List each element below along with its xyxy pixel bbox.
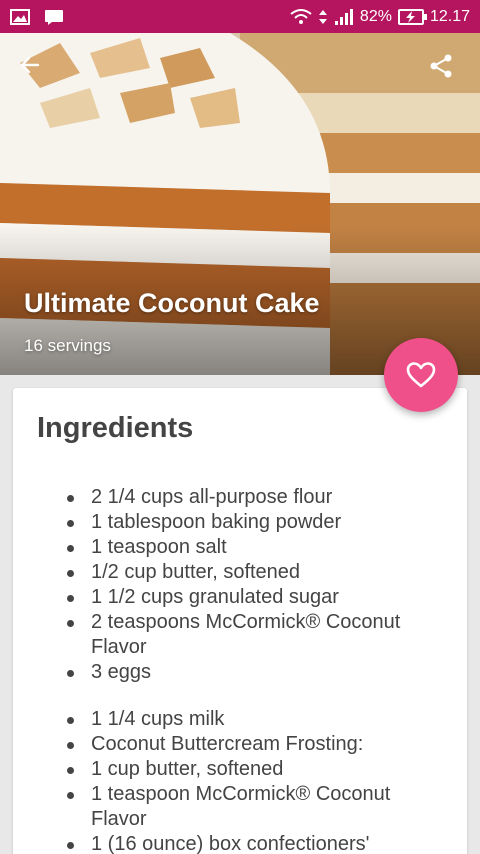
wifi-icon [290,8,312,24]
heart-outline-icon [406,362,436,388]
list-item: 1 (16 ounce) box confectioners' [37,832,443,854]
clock: 12.17 [429,7,470,25]
share-button[interactable] [428,53,464,89]
gallery-notification-icon [10,8,30,25]
recipe-title: Ultimate Coconut Cake [24,288,320,318]
status-bar: 82% 12.17 [0,0,480,33]
list-item: 3 eggs [37,660,443,685]
battery-charging-icon [397,8,427,25]
share-icon [430,54,452,78]
list-item: Coconut Buttercream Frosting: [37,732,443,757]
data-transfer-icon [318,9,327,24]
list-item: 1 1/2 cups granulated sugar [37,585,443,610]
list-item: 2 1/4 cups all-purpose flour [37,485,443,510]
list-item: 1 tablespoon baking powder [37,510,443,535]
ingredients-list: 2 1/4 cups all-purpose flour 1 tablespoo… [37,485,443,854]
list-item: 2 teaspoons McCormick® Coconut Flavor [37,610,443,660]
arrow-left-icon [20,56,40,74]
ingredients-card: Ingredients 2 1/4 cups all-purpose flour… [13,388,467,854]
recipe-screen: 82% 12.17 Ultimate Coconut Cake 16 servi… [0,0,480,854]
recipe-servings: 16 servings [24,336,111,355]
back-button[interactable] [18,53,54,89]
list-item: 1 1/4 cups milk [37,707,443,732]
favorite-button[interactable] [384,338,458,412]
signal-icon [334,8,353,25]
list-item: 1 cup butter, softened [37,757,443,782]
list-item: 1 teaspoon salt [37,535,443,560]
list-spacer [37,685,443,707]
battery-percent: 82% [359,7,392,25]
list-item: 1/2 cup butter, softened [37,560,443,585]
ingredients-heading: Ingredients [37,412,194,444]
list-item: 1 teaspoon McCormick® Coconut Flavor [37,782,443,832]
message-notification-icon [45,9,63,25]
recipe-hero-image: Ultimate Coconut Cake 16 servings [0,33,480,375]
